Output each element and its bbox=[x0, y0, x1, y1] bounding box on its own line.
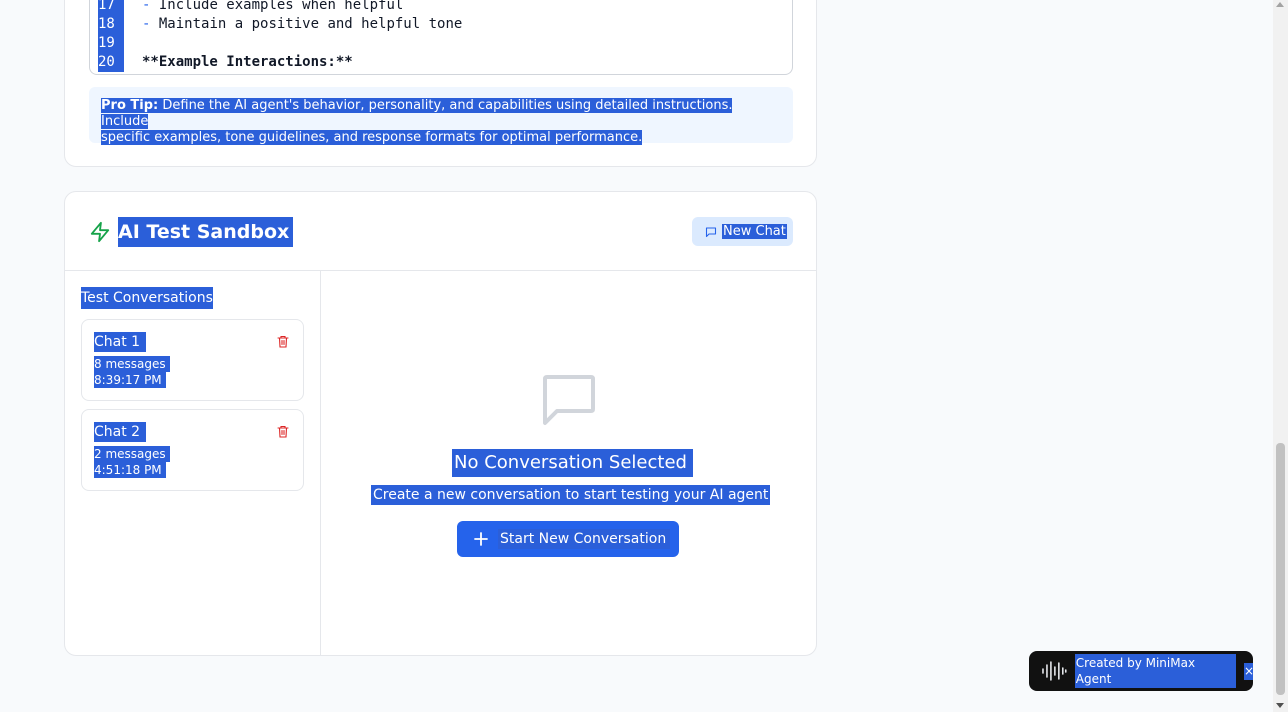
plus-icon bbox=[474, 532, 488, 546]
line-text: Include examples when helpful bbox=[150, 0, 404, 13]
message-square-icon bbox=[543, 375, 595, 425]
message-square-icon bbox=[705, 226, 717, 237]
lightning-icon bbox=[90, 221, 110, 243]
line-text: **Example Interactions:** bbox=[142, 54, 353, 70]
line-number: 20 bbox=[98, 54, 115, 70]
conversation-title: Chat 1 bbox=[94, 332, 147, 352]
editor-line: 19 bbox=[90, 34, 792, 53]
editor-line: 17 - Include examples when helpful bbox=[90, 0, 792, 15]
line-number: 18 bbox=[98, 16, 115, 32]
created-by-badge[interactable]: Created by MiniMax Agent × bbox=[1029, 651, 1254, 691]
sandbox-header: AI Test Sandbox New Chat bbox=[65, 192, 816, 271]
conversation-message-count: 2 messages bbox=[94, 446, 170, 462]
prompt-editor[interactable]: 17 - Include examples when helpful 18 - … bbox=[89, 0, 793, 75]
line-text: Maintain a positive and helpful tone bbox=[150, 16, 463, 32]
start-new-conversation-button[interactable]: Start New Conversation bbox=[457, 521, 679, 557]
trash-icon[interactable] bbox=[277, 425, 289, 438]
pro-tip-text-1: Define the AI agent's behavior, personal… bbox=[101, 98, 733, 129]
trash-icon[interactable] bbox=[277, 335, 289, 348]
editor-line: 18 - Maintain a positive and helpful ton… bbox=[98, 15, 463, 34]
conversation-panel: No Conversation Selected Create a new co… bbox=[322, 271, 816, 655]
conversation-item[interactable]: Chat 1 8 messages 8:39:17 PM bbox=[81, 319, 304, 401]
sandbox-title: AI Test Sandbox bbox=[118, 217, 294, 247]
close-icon[interactable]: × bbox=[1244, 662, 1254, 680]
scroll-up-arrow-icon[interactable] bbox=[1276, 2, 1284, 7]
ai-test-sandbox-card: AI Test Sandbox New Chat Test Conversati… bbox=[64, 191, 817, 656]
line-number: 17 bbox=[98, 0, 115, 13]
waveform-icon bbox=[1042, 661, 1067, 681]
conversation-message-count: 8 messages bbox=[94, 356, 170, 372]
system-prompt-card: 17 - Include examples when helpful 18 - … bbox=[64, 0, 817, 167]
pro-tip-text-2: specific examples, tone guidelines, and … bbox=[101, 130, 643, 145]
page-scrollbar[interactable] bbox=[1273, 0, 1288, 712]
scrollbar-thumb[interactable] bbox=[1276, 443, 1285, 695]
conversation-title: Chat 2 bbox=[94, 422, 147, 442]
pro-tip-label: Pro Tip: bbox=[101, 98, 159, 113]
line-number: 19 bbox=[98, 35, 115, 51]
conversations-heading: Test Conversations bbox=[81, 287, 213, 309]
conversation-sidebar: Test Conversations Chat 1 8 messages 8:3… bbox=[65, 271, 321, 655]
new-chat-label: New Chat bbox=[722, 224, 787, 239]
created-by-text: Created by MiniMax Agent bbox=[1074, 654, 1236, 688]
start-new-conversation-label: Start New Conversation bbox=[498, 529, 671, 549]
editor-line: 20 **Example Interactions:** bbox=[90, 53, 792, 72]
conversation-item[interactable]: Chat 2 2 messages 4:51:18 PM bbox=[81, 409, 304, 491]
empty-state-title: No Conversation Selected bbox=[452, 449, 693, 477]
conversation-time: 8:39:17 PM bbox=[94, 372, 166, 388]
empty-state-subtitle: Create a new conversation to start testi… bbox=[371, 485, 771, 505]
scroll-down-arrow-icon[interactable] bbox=[1276, 703, 1284, 708]
pro-tip-box: Pro Tip: Define the AI agent's behavior,… bbox=[89, 87, 793, 145]
conversation-time: 4:51:18 PM bbox=[94, 462, 166, 478]
new-chat-button[interactable]: New Chat bbox=[692, 217, 793, 246]
